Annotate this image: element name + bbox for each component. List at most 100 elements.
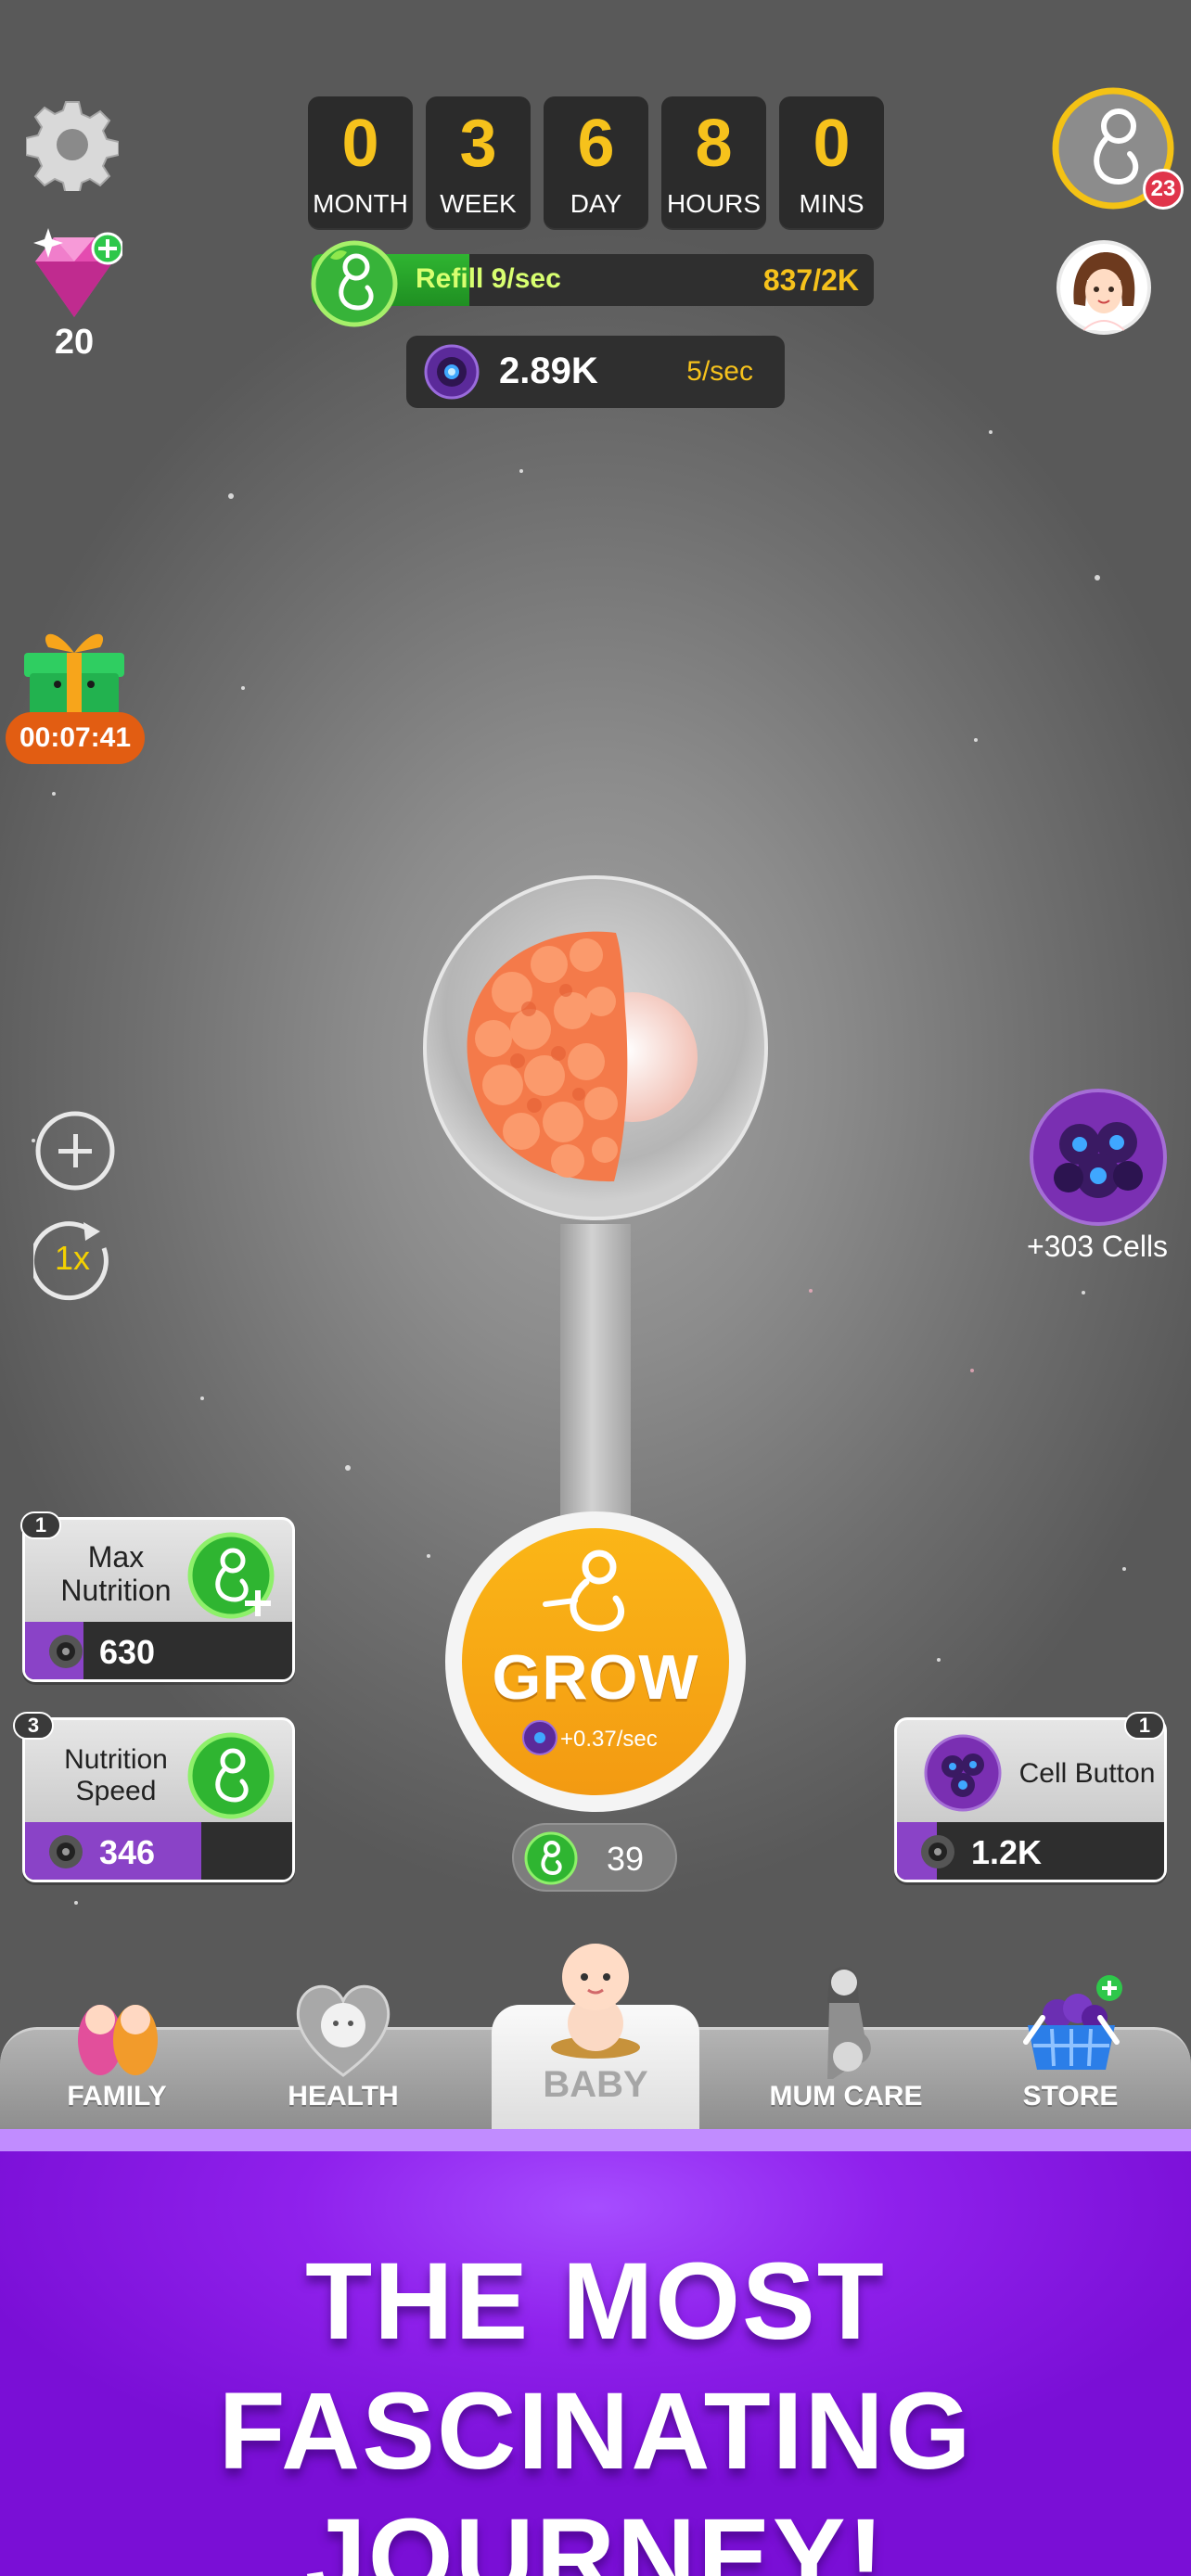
mother-avatar[interactable]	[1056, 239, 1152, 336]
refill-rate: Refill 9/sec	[416, 263, 561, 294]
fetus-plus-icon	[187, 1532, 275, 1619]
nav-family[interactable]: FAMILY	[33, 1932, 200, 2127]
sparkle	[74, 1901, 78, 1905]
sparkle	[200, 1396, 204, 1400]
timer-value: 6	[577, 107, 615, 181]
nav-store[interactable]: STORE	[987, 1932, 1154, 2127]
cell-bonus-label: +303 Cells	[1026, 1230, 1169, 1263]
sparkle	[427, 1554, 430, 1558]
upgrade-cost-value: 630	[99, 1633, 156, 1671]
timer-week: 3 WEEK	[426, 96, 531, 228]
speed-label: 1x	[54, 1239, 91, 1277]
timer-day: 6 DAY	[544, 96, 648, 228]
nav-label: STORE	[1022, 2081, 1119, 2111]
upgrade-cost-value: 1.2K	[971, 1833, 1043, 1871]
basket-icon	[1023, 1975, 1122, 2070]
timer-month: 0 MONTH	[308, 96, 413, 228]
gem-icon	[33, 228, 124, 317]
nav-mum-care[interactable]: MUM CARE	[762, 1932, 929, 2127]
timer-label: WEEK	[440, 189, 517, 218]
mother-icon	[827, 1967, 871, 2079]
nav-baby[interactable]: BABY	[492, 2064, 699, 2106]
upgrade-title: Cell Button	[1018, 1758, 1156, 1789]
fetus-icon	[187, 1732, 275, 1819]
upgrade-cost: 1.2K	[897, 1822, 1164, 1880]
title-line: Max	[87, 1540, 145, 1574]
timer-label: HOURS	[666, 189, 762, 218]
gem-counter[interactable]: 20	[26, 223, 128, 371]
baby-icon[interactable]	[544, 1938, 647, 2060]
sparkle	[1082, 1291, 1085, 1294]
upgrade-cell-button[interactable]: Cell Button 1.2K	[894, 1717, 1167, 1882]
gift-countdown[interactable]: 00:07:41	[6, 712, 145, 764]
sparkle	[228, 493, 234, 499]
nav-health[interactable]: HEALTH	[260, 1932, 427, 2127]
cells-counter: 2.89K 5/sec	[406, 336, 785, 408]
timer-value: 0	[813, 107, 851, 181]
cell-cluster-icon	[924, 1734, 1002, 1812]
upgrade-cost: 630	[25, 1622, 292, 1679]
heart-baby-icon	[296, 1984, 391, 2077]
promo-banner: THE MOST FASCINATING JOURNEY!	[0, 2151, 1191, 2576]
upgrade-max-nutrition[interactable]: Max Nutrition 630	[22, 1517, 295, 1682]
fetus-nutrition-icon	[311, 240, 398, 327]
gem-count: 20	[54, 323, 95, 362]
fetus-count: 39	[607, 1840, 645, 1878]
timer-label: DAY	[570, 189, 622, 218]
gift-icon[interactable]	[17, 619, 132, 721]
upgrade-title: Nutrition Speed	[32, 1744, 199, 1807]
cell-bonus-icon[interactable]	[1028, 1087, 1169, 1228]
sparkle	[970, 1369, 974, 1372]
cell-icon	[522, 1720, 557, 1755]
notification-badge: 23	[1143, 169, 1184, 210]
cell-icon	[49, 1635, 83, 1668]
nav-label: HEALTH	[288, 2081, 399, 2111]
promo-divider	[0, 2129, 1191, 2151]
sparkle	[519, 469, 523, 473]
embryo-illustration[interactable]	[419, 872, 772, 1539]
timer-hours: 8 HOURS	[661, 96, 766, 228]
sparkle	[241, 686, 245, 690]
sparkle	[989, 430, 992, 434]
sparkle	[345, 1465, 351, 1471]
upgrade-cost-value: 346	[99, 1833, 156, 1871]
cell-icon	[424, 344, 480, 400]
timer-label: MONTH	[313, 189, 408, 218]
upgrade-cost: 346	[25, 1822, 292, 1880]
nav-label: MUM CARE	[769, 2081, 923, 2111]
sparkle	[1122, 1567, 1126, 1571]
upgrade-level-badge: 1	[20, 1511, 61, 1539]
cells-value: 2.89K	[499, 351, 598, 391]
refill-count: 837/2K	[762, 263, 859, 297]
cells-rate: 5/sec	[686, 356, 753, 387]
sparkle	[809, 1289, 813, 1293]
fetus-icon	[524, 1831, 578, 1885]
timer-value: 8	[695, 107, 733, 181]
pregnancy-timer: 0 MONTH 3 WEEK 6 DAY 8 HOURS 0 MINS	[308, 96, 884, 228]
upgrade-nutrition-speed[interactable]: Nutrition Speed 346	[22, 1717, 295, 1882]
nav-label: FAMILY	[67, 2081, 167, 2111]
sparkle	[974, 738, 978, 742]
upgrade-level-badge: 1	[1124, 1712, 1165, 1740]
timer-value: 3	[459, 107, 497, 181]
grow-label: GROW	[492, 1642, 699, 1713]
timer-value: 0	[341, 107, 379, 181]
fetus-counter: 39	[512, 1823, 677, 1892]
title-line: Nutrition	[64, 1744, 168, 1775]
sparkle	[52, 792, 56, 796]
zoom-in-button[interactable]	[33, 1109, 117, 1192]
sparkle	[937, 1658, 941, 1662]
title-line: Speed	[75, 1776, 157, 1806]
upgrade-level-badge: 3	[13, 1712, 54, 1740]
twins-icon	[78, 2005, 158, 2075]
timer-label: MINS	[799, 189, 864, 218]
upgrade-title: Max Nutrition	[32, 1540, 199, 1607]
promo-headline-line1: THE MOST	[305, 2240, 886, 2363]
grow-rate: +0.37/sec	[560, 1727, 658, 1752]
cell-icon	[49, 1835, 83, 1868]
gear-icon[interactable]	[26, 98, 119, 191]
promo-headline-line2: FASCINATING JOURNEY!	[218, 2370, 973, 2576]
cell-icon	[921, 1835, 954, 1868]
timer-mins: 0 MINS	[779, 96, 884, 228]
title-line: Nutrition	[60, 1574, 172, 1607]
